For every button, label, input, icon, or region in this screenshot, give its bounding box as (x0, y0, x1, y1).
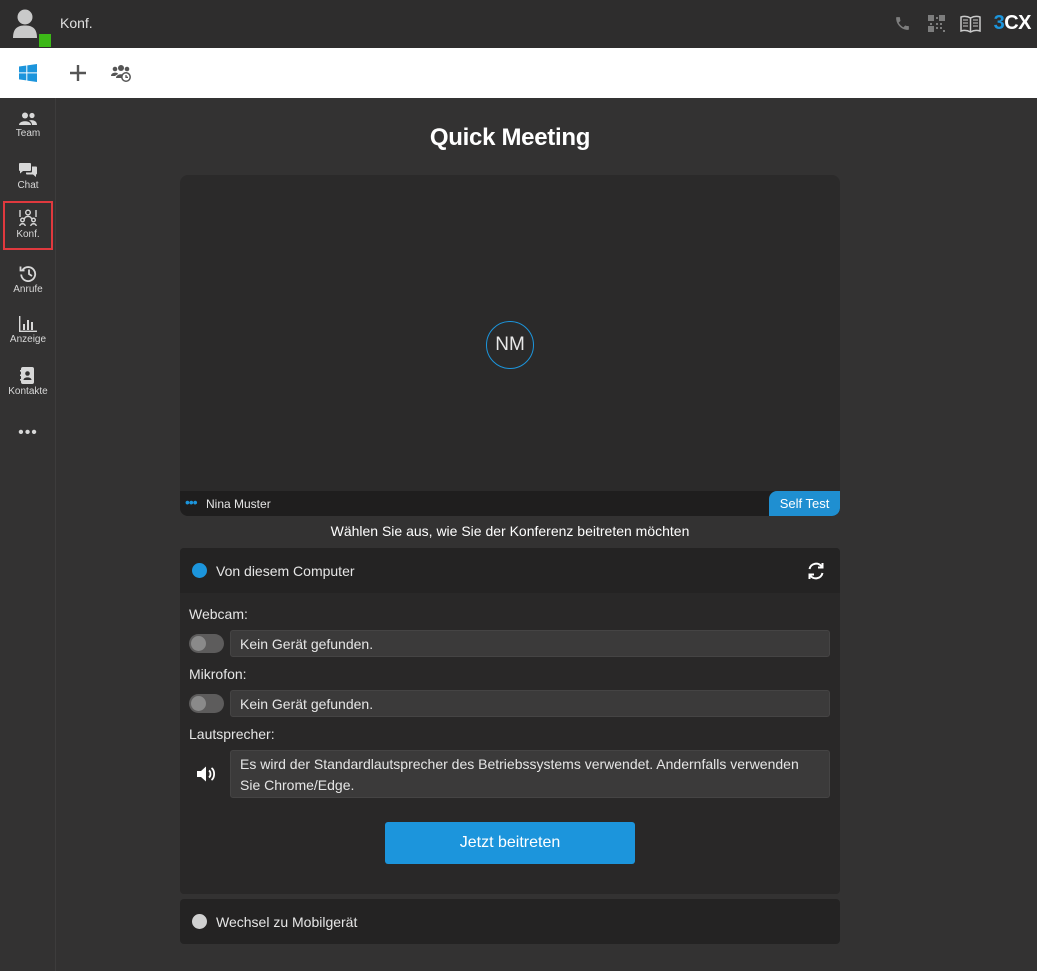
sidebar-item-kontakte[interactable]: Kontakte (3, 359, 53, 408)
more-menu-button[interactable]: ••• (18, 424, 38, 442)
sidebar-item-label: Chat (17, 180, 39, 191)
user-icon (13, 9, 37, 38)
top-bar: Konf. 3CX (0, 0, 1037, 48)
sidebar-item-chat[interactable]: Chat (3, 155, 53, 204)
join-instruction: Wählen Sie aus, wie Sie der Konferenz be… (330, 523, 690, 539)
plus-icon[interactable] (67, 62, 89, 84)
participant-name-bar: ••• Nina Muster (180, 491, 840, 516)
phone-icon[interactable] (892, 13, 914, 35)
mobile-option-label: Wechsel zu Mobilgerät (216, 914, 358, 930)
speaker-info-text: Es wird der Standardlautsprecher des Bet… (230, 750, 830, 798)
mic-toggle[interactable] (189, 694, 224, 713)
team-icon (19, 112, 37, 125)
sidebar-item-label: Team (15, 128, 41, 139)
sidebar-item-team[interactable]: Team (3, 104, 53, 153)
participant-options-icon[interactable]: ••• (185, 495, 198, 509)
book-icon[interactable] (960, 13, 982, 35)
webcam-toggle[interactable] (189, 634, 224, 653)
bar-chart-icon (19, 316, 37, 332)
brand-logo: 3CX (993, 12, 1032, 35)
mic-select[interactable]: Kein Gerät gefunden. (230, 690, 830, 717)
sidebar-item-label: Anzeige (9, 334, 47, 345)
group-schedule-icon[interactable] (110, 62, 132, 84)
user-avatar[interactable] (12, 8, 51, 47)
speaker-icon (197, 766, 216, 782)
speaker-label: Lautsprecher: (189, 726, 275, 742)
mobile-option-panel[interactable]: Wechsel zu Mobilgerät (180, 899, 840, 944)
mobile-option-radio[interactable] (192, 914, 207, 929)
history-icon (19, 266, 37, 282)
sidebar-item-label: Kontakte (8, 386, 48, 397)
computer-join-panel: Von diesem Computer Webcam: Kein Gerät g… (180, 548, 840, 894)
action-toolbar (0, 48, 1037, 98)
windows-icon[interactable] (17, 62, 39, 84)
sidebar-item-anrufe[interactable]: Anrufe (3, 257, 53, 306)
sidebar-nav: Team Chat Konf. Anrufe Anzeige Kontakte … (0, 98, 56, 971)
presence-status-indicator (39, 34, 51, 47)
webcam-select[interactable]: Kein Gerät gefunden. (230, 630, 830, 657)
qr-code-icon[interactable] (926, 13, 948, 35)
self-test-button[interactable]: Self Test (769, 491, 840, 516)
computer-option-label: Von diesem Computer (216, 563, 355, 579)
chat-icon (19, 163, 37, 177)
sidebar-item-anzeige[interactable]: Anzeige (3, 308, 53, 357)
brand-logo-digit: 3 (993, 12, 1005, 34)
contacts-icon (20, 367, 34, 384)
conference-icon (19, 209, 37, 227)
page-title: Quick Meeting (429, 124, 591, 151)
computer-option-radio[interactable] (192, 563, 207, 578)
sidebar-item-label: Konf. (16, 229, 40, 240)
sidebar-item-label: Anrufe (13, 284, 43, 295)
participant-name: Nina Muster (206, 497, 271, 511)
brand-logo-text: CX (1004, 12, 1031, 34)
refresh-icon[interactable] (806, 561, 826, 581)
webcam-label: Webcam: (189, 606, 248, 622)
participant-initials-avatar: NM (486, 321, 534, 369)
mic-label: Mikrofon: (189, 666, 247, 682)
computer-option-header[interactable]: Von diesem Computer (180, 548, 840, 593)
video-preview: NM ••• Nina Muster Self Test (180, 175, 840, 516)
join-now-button[interactable]: Jetzt beitreten (385, 822, 635, 864)
page-context-title: Konf. (60, 15, 93, 31)
sidebar-item-konf[interactable]: Konf. (3, 201, 53, 250)
